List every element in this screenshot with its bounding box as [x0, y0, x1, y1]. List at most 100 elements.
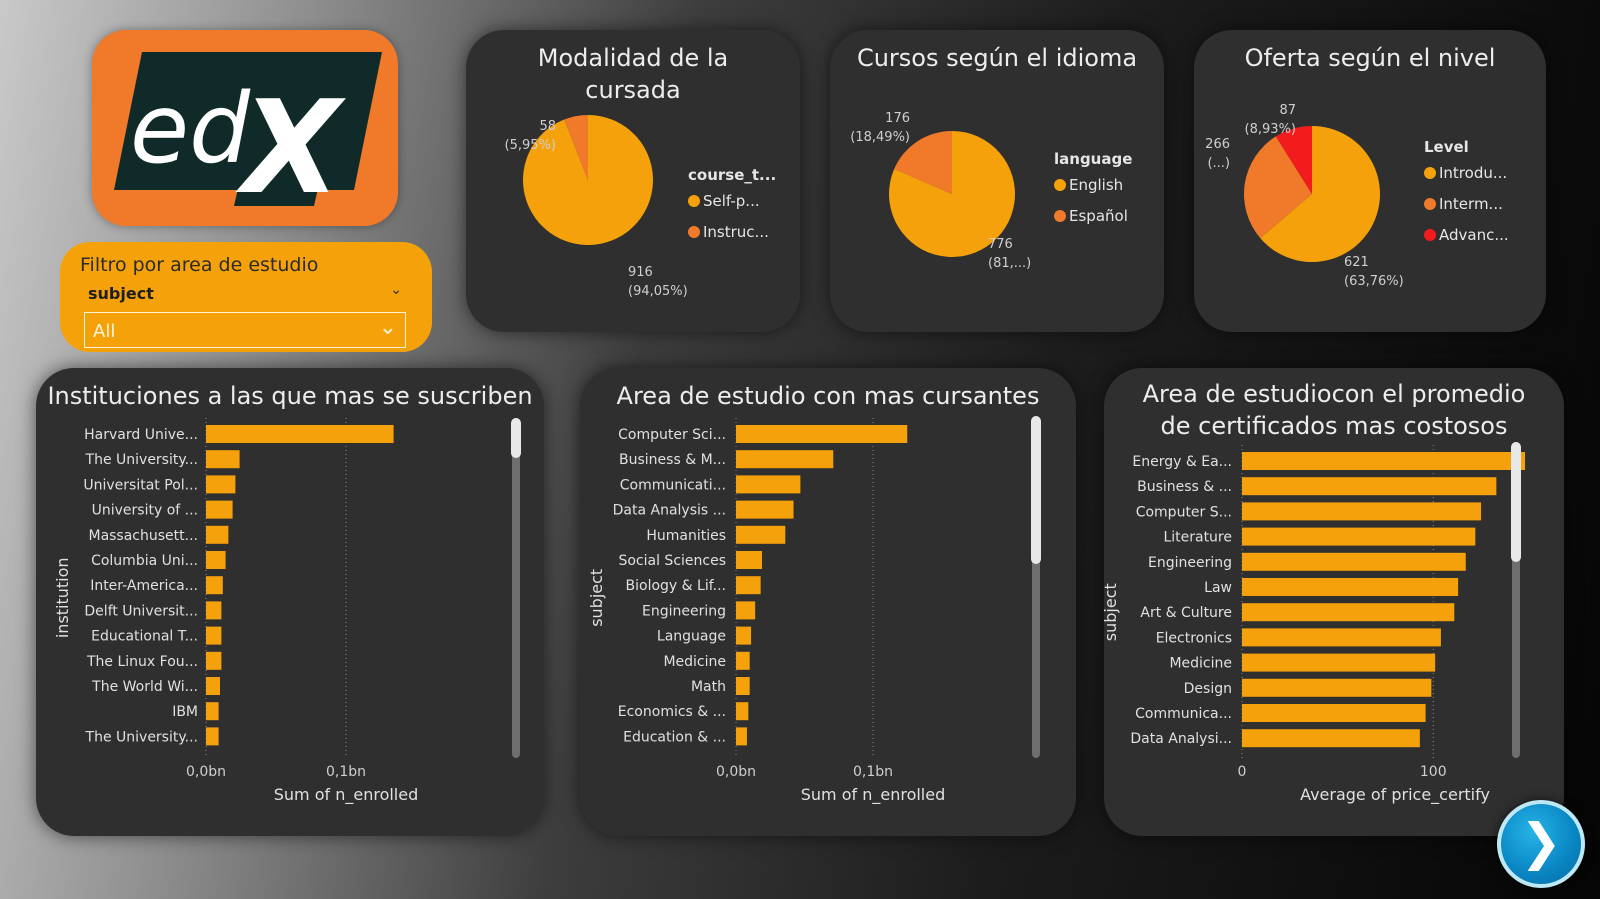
y-category-label: Columbia Uni... — [91, 553, 198, 569]
bar[interactable] — [736, 500, 794, 519]
bar[interactable] — [206, 551, 226, 569]
edx-logo-text: ed — [130, 73, 251, 185]
bar[interactable] — [1242, 452, 1526, 470]
bar[interactable] — [1242, 628, 1441, 647]
bar[interactable] — [1242, 704, 1426, 722]
legend-item[interactable]: Español — [1069, 207, 1128, 225]
y-category-label: Math — [691, 679, 726, 695]
slice-pct-label: (18,49%) — [850, 130, 910, 145]
filter-field-label: subject — [88, 284, 154, 303]
chevron-right-icon: ❯ — [1520, 813, 1562, 871]
legend-marker — [1054, 210, 1066, 222]
y-category-label: Law — [1204, 580, 1232, 596]
slice-value-label: 176 — [885, 111, 910, 126]
bar[interactable] — [206, 450, 240, 469]
dropdown-chevron-icon[interactable]: ⌄ — [379, 315, 397, 340]
bar[interactable] — [736, 525, 786, 544]
bar[interactable] — [1242, 653, 1436, 672]
x-axis-title: Average of price_certify — [1300, 785, 1490, 805]
y-category-label: Universitat Pol... — [83, 477, 198, 493]
pie-card-idioma: Cursos según el idioma 776 (81,...) 176 (18… — [830, 30, 1164, 332]
legend-title: Level — [1424, 138, 1469, 156]
legend-marker — [1054, 179, 1066, 191]
bar-card-area-cursantes: Area de estudio con mas cursantes 0,0bn 0… — [580, 368, 1076, 836]
x-tick-label: 0,1bn — [326, 764, 366, 780]
legend-item[interactable]: Advanc... — [1439, 226, 1509, 244]
bar[interactable] — [736, 702, 749, 721]
chevron-down-icon[interactable]: ⌄ — [390, 282, 402, 298]
legend-item[interactable]: Self-p... — [703, 192, 760, 210]
bar[interactable] — [206, 525, 229, 544]
bar[interactable] — [736, 651, 750, 670]
bar[interactable] — [736, 626, 752, 645]
y-category-label: Literature — [1163, 530, 1232, 546]
scrollbar-thumb[interactable] — [1031, 416, 1041, 564]
y-category-label: Electronics — [1156, 630, 1232, 646]
bar[interactable] — [1242, 527, 1476, 546]
legend-item[interactable]: English — [1069, 176, 1123, 194]
y-category-label: Data Analysi... — [1130, 731, 1232, 747]
y-category-label: Design — [1184, 681, 1232, 697]
bar[interactable] — [736, 677, 750, 695]
bar[interactable] — [206, 702, 219, 721]
dropdown-selected-value: All — [93, 321, 116, 342]
pie-chart: 916 (94,05%) 58 (5,95%) course_t... Self-p...… — [505, 115, 776, 299]
bar[interactable] — [1242, 477, 1497, 496]
x-tick-label: 0 — [1238, 764, 1247, 780]
y-category-label: Business & ... — [1137, 479, 1232, 495]
slice-value-label: 621 — [1344, 255, 1369, 270]
bar[interactable] — [736, 551, 763, 569]
bar[interactable] — [206, 425, 394, 443]
bar[interactable] — [1242, 678, 1432, 697]
subject-filter-slicer: Filtro por area de estudio subject ⌄ All… — [60, 242, 432, 352]
bar[interactable] — [1242, 552, 1466, 571]
pie-chart: 621 (63,76%) 266 (...) 87 (8,93%) Level Introdu… — [1205, 103, 1509, 289]
bar[interactable] — [736, 727, 747, 746]
bar[interactable] — [206, 601, 222, 620]
y-category-label: The University... — [85, 729, 198, 745]
bar[interactable] — [1242, 729, 1420, 748]
legend-marker — [688, 195, 700, 207]
bar[interactable] — [736, 475, 801, 494]
bar-chart: 0,0bn 0,1bn Computer Sci... Business & M...… — [587, 416, 1041, 805]
subject-dropdown[interactable]: All ⌄ — [84, 312, 406, 348]
bar[interactable] — [736, 576, 761, 595]
legend-item[interactable]: Instruc... — [703, 223, 769, 241]
bar[interactable] — [206, 500, 233, 519]
bar[interactable] — [206, 626, 222, 645]
scrollbar-thumb[interactable] — [511, 418, 521, 458]
bar[interactable] — [206, 727, 219, 746]
y-category-label: Social Sciences — [618, 553, 726, 569]
bar[interactable] — [206, 576, 223, 595]
y-category-label: The World Wi... — [91, 679, 198, 695]
legend-marker — [1424, 198, 1436, 210]
legend-item[interactable]: Introdu... — [1439, 164, 1507, 182]
edx-logo: ed X — [92, 30, 398, 226]
y-category-label: Engineering — [1148, 555, 1232, 571]
bar[interactable] — [206, 475, 236, 494]
next-page-button[interactable]: ❯ — [1497, 800, 1585, 888]
legend-item[interactable]: Interm... — [1439, 195, 1503, 213]
y-category-label: Computer S... — [1136, 504, 1232, 520]
y-category-label: IBM — [172, 704, 198, 720]
x-axis-title: Sum of n_enrolled — [274, 785, 419, 805]
bar[interactable] — [736, 601, 756, 620]
slice-value-label: 776 — [988, 237, 1013, 252]
y-category-label: Computer Sci... — [618, 427, 726, 443]
bar[interactable] — [1242, 502, 1482, 521]
x-tick-label: 100 — [1420, 764, 1447, 780]
bar[interactable] — [1242, 603, 1455, 622]
y-category-label: Medicine — [1169, 656, 1232, 672]
scrollbar-track[interactable] — [512, 418, 520, 758]
bar-chart: 0 100 Energy & Ea... Business & ... Computer… — [1104, 442, 1526, 805]
bar[interactable] — [1242, 578, 1459, 596]
slice-pct-label: (5,95%) — [505, 138, 556, 153]
y-category-label: Communicati... — [620, 477, 726, 493]
bar[interactable] — [736, 450, 834, 469]
bar[interactable] — [206, 677, 220, 695]
bar[interactable] — [206, 651, 222, 670]
y-category-label: Biology & Lif... — [626, 578, 726, 594]
slice-pct-label: (8,93%) — [1245, 122, 1296, 137]
scrollbar-thumb[interactable] — [1511, 442, 1521, 562]
bar[interactable] — [736, 425, 908, 443]
